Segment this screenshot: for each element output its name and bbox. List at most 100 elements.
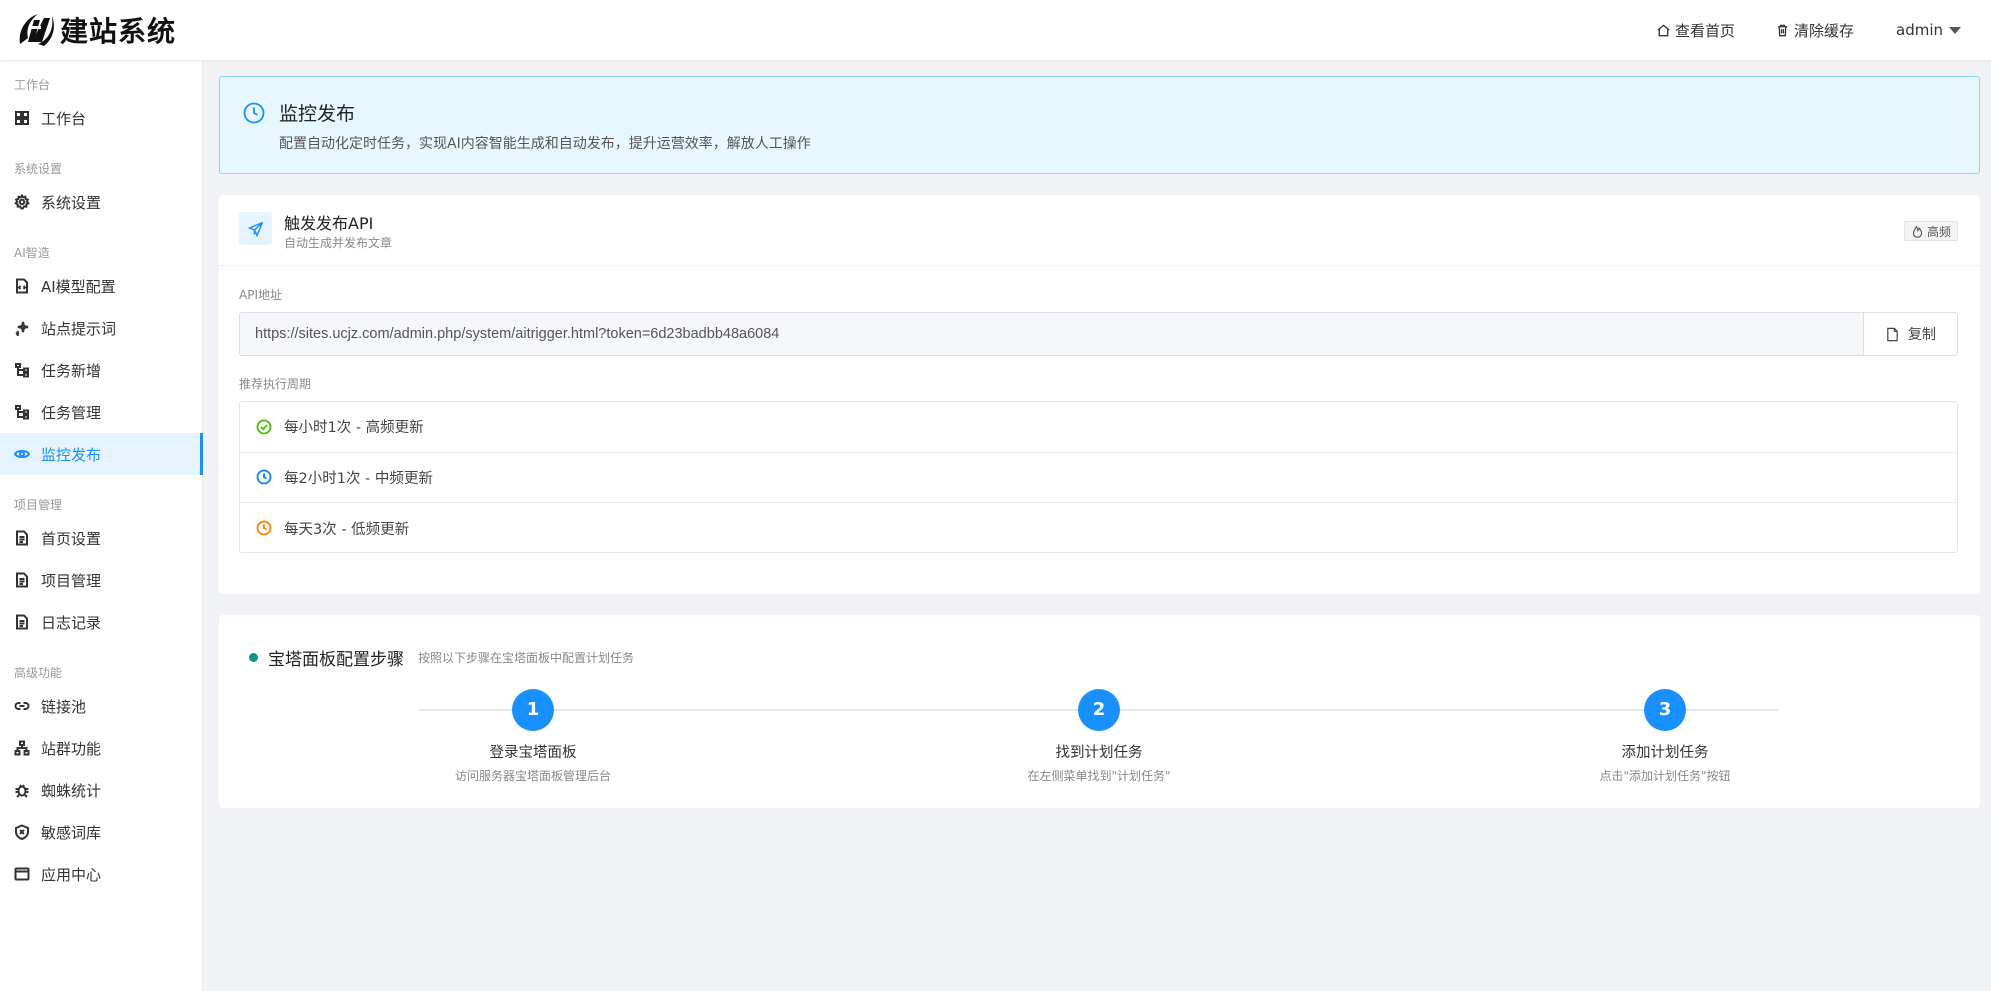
- step-2: 2 找到计划任务 在左侧菜单找到"计划任务": [979, 689, 1219, 784]
- bug-icon: [15, 784, 29, 798]
- cycle-label-text: 每天3次 - 低频更新: [284, 521, 410, 538]
- badge-label: 高频: [1926, 224, 1951, 239]
- step-description: 访问服务器宝塔面板管理后台: [454, 769, 611, 783]
- bullet-dot: [249, 653, 258, 662]
- sidebar-item-task-add[interactable]: 任务新增: [0, 349, 202, 391]
- sidebar-item-label: 任务管理: [41, 403, 102, 422]
- sidebar-item-project-manage[interactable]: 项目管理: [0, 559, 202, 601]
- sidebar-item-label: 项目管理: [41, 571, 102, 590]
- sidebar-item-label: 任务新增: [41, 361, 102, 380]
- list-item: 每小时1次 - 高频更新: [240, 402, 1957, 453]
- tree-icon: [15, 363, 29, 378]
- sidebar-group-title: 工作台: [14, 78, 51, 92]
- api-icon-box: [239, 212, 272, 245]
- api-card-title: 触发发布API: [284, 214, 374, 233]
- step-description: 在左侧菜单找到"计划任务": [1027, 769, 1171, 783]
- view-home-link[interactable]: 查看首页: [1656, 20, 1735, 41]
- shield-icon: [15, 824, 29, 840]
- list-item: 每天3次 - 低频更新: [240, 503, 1957, 554]
- banner-title: 监控发布: [279, 103, 356, 125]
- sidebar-item-label: 工作台: [41, 109, 87, 128]
- fire-icon: [1912, 224, 1923, 238]
- sidebar-item-home-settings[interactable]: 首页设置: [0, 517, 202, 559]
- steps-title: 宝塔面板配置步骤: [268, 650, 404, 670]
- top-header: 建站系统 查看首页 清除缓存 admin: [0, 0, 1991, 61]
- sidebar: 工作台 工作台 系统设置 系统设置 AI智造 AI模型配置 站点提示词 任务新增…: [0, 61, 203, 991]
- step-description: 点击"添加计划任务"按钮: [1599, 769, 1731, 783]
- api-card-subtitle: 自动生成并发布文章: [284, 236, 393, 250]
- sidebar-item-spider-stats[interactable]: 蜘蛛统计: [0, 769, 202, 811]
- step-1: 1 登录宝塔面板 访问服务器宝塔面板管理后台: [413, 689, 653, 784]
- api-url-group: 复制: [239, 312, 1958, 356]
- user-menu[interactable]: admin: [1896, 21, 1961, 39]
- logo[interactable]: 建站系统: [14, 8, 176, 52]
- sidebar-group-title: 高级功能: [14, 666, 63, 680]
- sidebar-item-label: AI模型配置: [41, 277, 116, 296]
- sidebar-item-label: 敏感词库: [41, 823, 102, 842]
- tree-icon: [15, 405, 29, 420]
- sidebar-item-logs[interactable]: 日志记录: [0, 601, 202, 643]
- clear-cache-label: 清除缓存: [1793, 21, 1854, 40]
- view-home-label: 查看首页: [1674, 21, 1735, 40]
- brand-name: 建站系统: [60, 15, 177, 48]
- cycle-label: 推荐执行周期: [239, 377, 312, 391]
- bt-panel-steps-card: 宝塔面板配置步骤 按照以下步骤在宝塔面板中配置计划任务 1 登录宝塔面板 访问服…: [219, 615, 1980, 808]
- api-url-input[interactable]: [239, 312, 1863, 356]
- sidebar-item-label: 日志记录: [41, 613, 102, 632]
- username: admin: [1896, 21, 1943, 39]
- document-icon: [16, 530, 28, 546]
- sidebar-item-monitor-publish[interactable]: 监控发布: [0, 433, 203, 475]
- sidebar-item-label: 链接池: [41, 697, 87, 716]
- sidebar-item-label: 首页设置: [41, 529, 102, 548]
- sidebar-item-link-pool[interactable]: 链接池: [0, 685, 202, 727]
- step-3: 3 添加计划任务 点击"添加计划任务"按钮: [1545, 689, 1785, 784]
- sparkle-icon: [15, 321, 29, 336]
- step-number: 1: [512, 689, 554, 731]
- cycle-label-text: 每小时1次 - 高频更新: [284, 420, 424, 437]
- gear-icon: [14, 194, 30, 210]
- main-content: 监控发布 配置自动化定时任务，实现AI内容智能生成和自动发布，提升运营效率，解放…: [203, 61, 1991, 991]
- sidebar-group-title: AI智造: [14, 246, 50, 260]
- document-icon: [16, 572, 28, 588]
- sitemap-icon: [14, 740, 30, 756]
- link-icon: [14, 702, 30, 710]
- copy-button-label: 复制: [1908, 327, 1936, 343]
- check-circle-icon: [256, 419, 272, 435]
- sidebar-item-sensitive-words[interactable]: 敏感词库: [0, 811, 202, 853]
- trash-icon: [1777, 24, 1788, 36]
- api-url-label: API地址: [239, 288, 282, 302]
- step-number: 2: [1078, 689, 1120, 731]
- frequency-badge: 高频: [1903, 221, 1958, 241]
- clear-cache-link[interactable]: 清除缓存: [1775, 20, 1854, 41]
- sidebar-item-site-prompts[interactable]: 站点提示词: [0, 307, 202, 349]
- cycle-label-text: 每2小时1次 - 中频更新: [284, 470, 433, 487]
- sidebar-item-workbench[interactable]: 工作台: [0, 97, 202, 139]
- cycle-list: 每小时1次 - 高频更新 每2小时1次 - 中频更新 每天3次 - 低频更新: [239, 401, 1958, 553]
- window-icon: [14, 867, 30, 881]
- clock-icon: [243, 102, 265, 124]
- steps-subtitle: 按照以下步骤在宝塔面板中配置计划任务: [418, 651, 635, 665]
- file-code-icon: [16, 278, 28, 294]
- logo-icon: [19, 14, 54, 46]
- document-icon: [1887, 327, 1898, 341]
- step-title: 添加计划任务: [1621, 745, 1709, 761]
- sidebar-item-label: 系统设置: [41, 193, 102, 212]
- sidebar-group-title: 系统设置: [14, 162, 63, 176]
- document-icon: [16, 614, 28, 630]
- sidebar-item-app-center[interactable]: 应用中心: [0, 853, 202, 895]
- sidebar-item-site-group[interactable]: 站群功能: [0, 727, 202, 769]
- copy-button[interactable]: 复制: [1863, 312, 1958, 356]
- sidebar-item-label: 站群功能: [41, 739, 102, 758]
- header-actions: 查看首页 清除缓存 admin: [1616, 20, 1961, 41]
- sidebar-item-label: 监控发布: [41, 445, 102, 464]
- eye-icon: [14, 450, 30, 458]
- paper-plane-icon: [247, 221, 263, 237]
- sidebar-item-ai-model-config[interactable]: AI模型配置: [0, 265, 202, 307]
- step-title: 登录宝塔面板: [489, 745, 577, 761]
- sidebar-item-label: 站点提示词: [41, 319, 117, 338]
- home-icon: [1657, 23, 1670, 36]
- sidebar-item-system-settings[interactable]: 系统设置: [0, 181, 202, 223]
- sidebar-item-label: 蜘蛛统计: [41, 781, 102, 800]
- sidebar-item-task-manage[interactable]: 任务管理: [0, 391, 202, 433]
- step-title: 找到计划任务: [1055, 745, 1143, 761]
